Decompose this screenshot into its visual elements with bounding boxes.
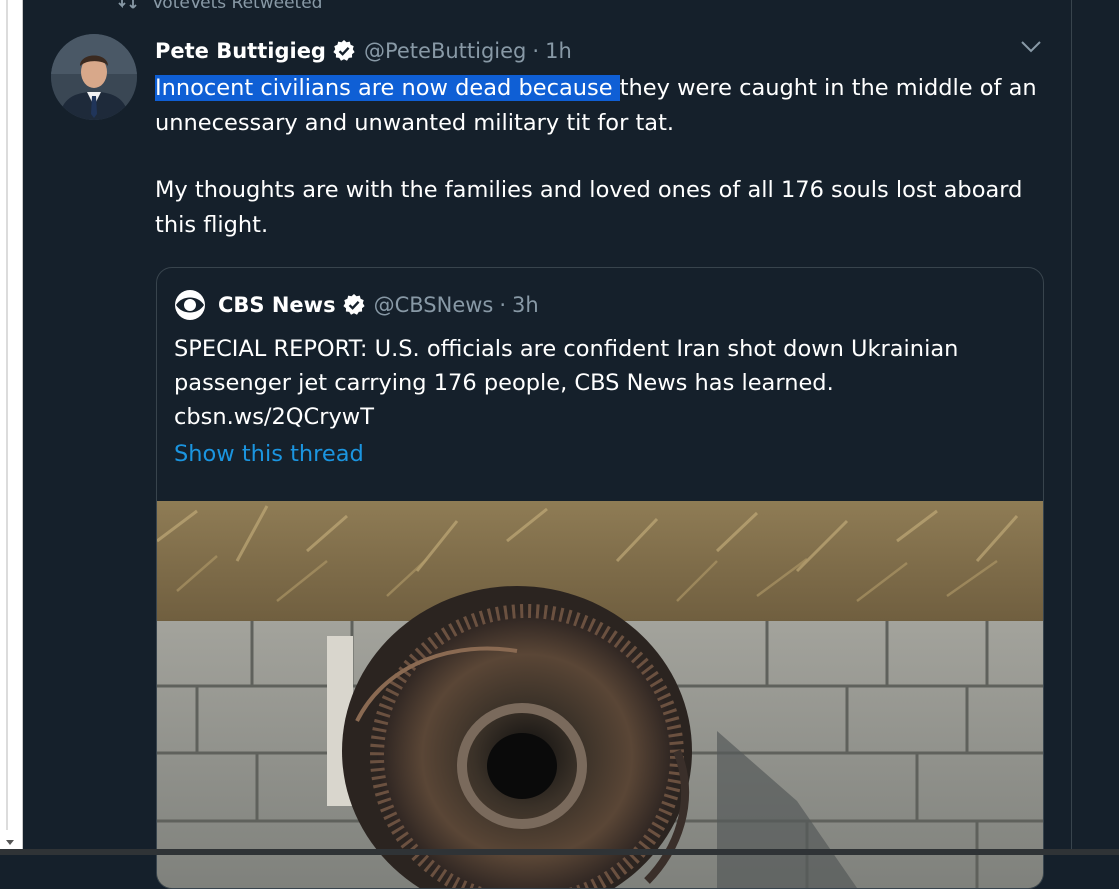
tweet-paragraph-2: My thoughts are with the families and lo… — [155, 177, 1023, 238]
header-separator: · — [532, 39, 540, 63]
debris-photo[interactable] — [157, 501, 1043, 888]
verified-badge-icon — [342, 294, 365, 315]
debris-photo-image — [157, 501, 1043, 888]
show-thread-link[interactable]: Show this thread — [174, 441, 364, 467]
chevron-down-icon[interactable] — [1020, 40, 1042, 54]
quoted-tweet-timestamp[interactable]: 3h — [512, 293, 539, 317]
scroll-down-arrow-icon[interactable] — [6, 840, 14, 845]
quoted-tweet-text: SPECIAL REPORT: U.S. officials are confi… — [174, 332, 1034, 434]
retweet-icon — [118, 0, 137, 9]
author-avatar[interactable] — [51, 34, 137, 120]
retweet-context-text: VoteVets Retweeted — [152, 0, 323, 13]
quoted-author-name[interactable]: CBS News — [218, 293, 336, 317]
author-name[interactable]: Pete Buttigieg — [155, 39, 326, 63]
quoted-tweet-header: CBS News @CBSNews · 3h — [174, 288, 539, 322]
quoted-text-line: passenger jet carrying 176 people, CBS N… — [174, 370, 834, 396]
cbs-eye-logo — [175, 290, 205, 320]
verified-badge-icon — [333, 40, 355, 61]
scroll-track-line — [6, 0, 8, 830]
quoted-link[interactable]: cbsn.ws/2QCrywT — [174, 400, 1034, 434]
tweet-text: Innocent civilians are now dead because … — [155, 71, 1055, 242]
avatar-image — [51, 34, 137, 120]
tweet-header: Pete Buttigieg @PeteButtigieg · 1h — [155, 34, 572, 68]
retweet-context[interactable]: VoteVets Retweeted — [118, 0, 322, 14]
window-bottom-edge — [0, 849, 1119, 855]
selected-text: Innocent civilians are now dead because — [155, 75, 620, 101]
quoted-tweet[interactable]: CBS News @CBSNews · 3h SPECIAL REPORT: U… — [156, 267, 1044, 889]
quoted-author-handle[interactable]: @CBSNews — [374, 293, 494, 317]
tweet-timestamp[interactable]: 1h — [545, 39, 572, 63]
author-handle[interactable]: @PeteButtigieg — [364, 39, 526, 63]
quoted-text-line: SPECIAL REPORT: U.S. officials are confi… — [174, 336, 959, 362]
right-gutter — [1072, 0, 1119, 855]
quoted-header-separator: · — [499, 293, 507, 317]
left-scroll-track[interactable] — [0, 0, 23, 855]
tweet-paragraph-1: Innocent civilians are now dead because … — [155, 71, 1055, 140]
